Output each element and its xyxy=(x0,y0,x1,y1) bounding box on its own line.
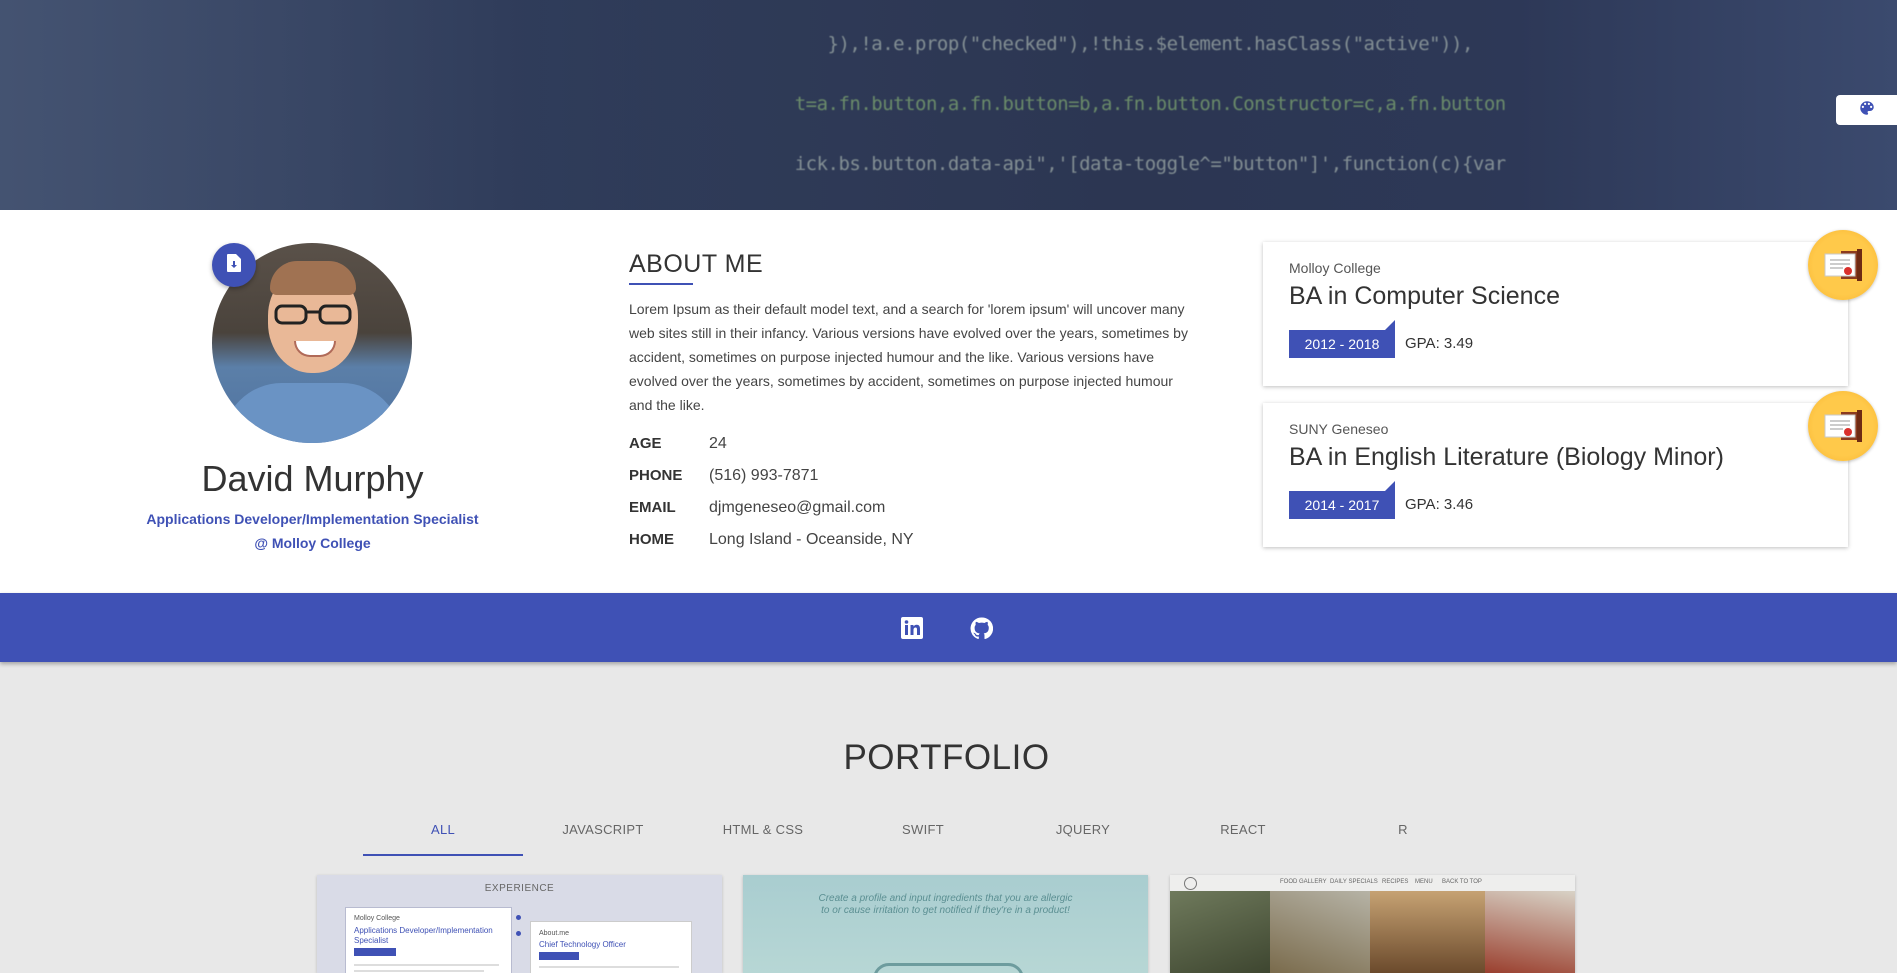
thumb-text: Create a profile and input ingredients t… xyxy=(818,893,1073,916)
thumb-text: Molloy College xyxy=(354,915,400,922)
diploma-icon xyxy=(1808,230,1878,300)
portfolio-tabs: ALL JAVASCRIPT HTML & CSS SWIFT JQUERY R… xyxy=(363,810,1443,856)
thumb-text: Specialist xyxy=(354,936,389,945)
info-value: 24 xyxy=(709,435,727,452)
social-bar xyxy=(0,593,1897,662)
linkedin-icon[interactable] xyxy=(900,616,924,640)
tab-jquery[interactable]: JQUERY xyxy=(1003,810,1163,854)
thumb-text: Chief Technology Officer xyxy=(539,940,626,949)
portfolio-title: PORTFOLIO xyxy=(843,738,1050,777)
palette-icon xyxy=(1858,99,1876,122)
about-text: Lorem Ipsum as their default model text,… xyxy=(629,301,1188,413)
thumb-nav: FOOD GALLERY DAILY SPECIALS RECIPES MENU… xyxy=(1170,875,1575,891)
thumb-chip xyxy=(354,948,396,956)
thumb-text: About.me xyxy=(539,930,569,937)
thumb-text: Applications Developer/Implementation xyxy=(354,926,493,935)
info-value[interactable]: djmgeneseo@gmail.com xyxy=(709,499,885,517)
edu-school: SUNY Geneseo xyxy=(1289,421,1389,437)
tab-html-css[interactable]: HTML & CSS xyxy=(683,810,843,854)
info-key: EMAIL xyxy=(629,499,676,516)
portfolio-item[interactable]: FOOD GALLERY DAILY SPECIALS RECIPES MENU… xyxy=(1170,875,1575,973)
thumb-text: FOOD GALLERY xyxy=(1280,879,1327,885)
about-underline xyxy=(629,283,693,285)
tab-r[interactable]: R xyxy=(1323,810,1483,854)
hero-banner: }),!a.e.prop("checked"),!this.$element.h… xyxy=(0,0,1897,210)
thumb-chip xyxy=(539,952,579,960)
role-line-1: Applications Developer/Implementation Sp… xyxy=(146,511,479,527)
code-background: }),!a.e.prop("checked"),!this.$element.h… xyxy=(740,33,1507,175)
edu-degree: BA in English Literature (Biology Minor) xyxy=(1289,443,1724,471)
thumb-label: EXPERIENCE xyxy=(484,883,555,894)
file-download-icon xyxy=(227,253,241,277)
edu-gpa: GPA: 3.46 xyxy=(1405,496,1474,513)
profile-name: David Murphy xyxy=(201,458,424,499)
thumb-text: BACK TO TOP xyxy=(1442,879,1482,885)
thumb-pill xyxy=(873,963,1024,973)
edu-gpa: GPA: 3.49 xyxy=(1405,335,1474,352)
tab-react[interactable]: REACT xyxy=(1163,810,1323,854)
github-icon[interactable] xyxy=(969,616,993,640)
thumb-text: RECIPES xyxy=(1382,879,1409,885)
hero-fade xyxy=(0,0,760,210)
education-card: SUNY Geneseo BA in English Literature (B… xyxy=(1263,403,1848,547)
about-title: ABOUT ME xyxy=(629,250,764,278)
edu-school: Molloy College xyxy=(1289,260,1381,276)
info-key: AGE xyxy=(629,435,662,452)
theme-palette-button[interactable] xyxy=(1836,95,1897,125)
profile-role: Applications Developer/Implementation Sp… xyxy=(130,507,495,555)
profile-section: David Murphy Applications Developer/Impl… xyxy=(0,210,1897,593)
education-card: Molloy College BA in Computer Science 20… xyxy=(1263,242,1848,386)
tab-javascript[interactable]: JAVASCRIPT xyxy=(523,810,683,854)
thumb-text: DAILY SPECIALS xyxy=(1330,879,1378,885)
edu-degree: BA in Computer Science xyxy=(1289,282,1560,310)
info-value: Long Island - Oceanside, NY xyxy=(709,531,914,548)
diploma-icon xyxy=(1808,391,1878,461)
info-key: HOME xyxy=(629,531,674,548)
role-line-2: @ Molloy College xyxy=(254,535,371,551)
info-value: (516) 993-7871 xyxy=(709,467,819,484)
edu-years: 2012 - 2018 xyxy=(1289,330,1395,358)
portfolio-item[interactable]: Create a profile and input ingredients t… xyxy=(743,875,1148,973)
tab-swift[interactable]: SWIFT xyxy=(843,810,1003,854)
info-key: PHONE xyxy=(629,467,683,484)
thumb-card: Molloy College Applications Developer/Im… xyxy=(345,907,512,973)
thumb-text: MENU xyxy=(1415,879,1433,885)
thumb-card: About.me Chief Technology Officer xyxy=(530,921,692,973)
edu-years: 2014 - 2017 xyxy=(1289,491,1395,519)
portfolio-item[interactable]: EXPERIENCE Molloy College Applications D… xyxy=(317,875,722,973)
download-resume-button[interactable] xyxy=(212,243,256,287)
tab-all[interactable]: ALL xyxy=(363,810,523,856)
